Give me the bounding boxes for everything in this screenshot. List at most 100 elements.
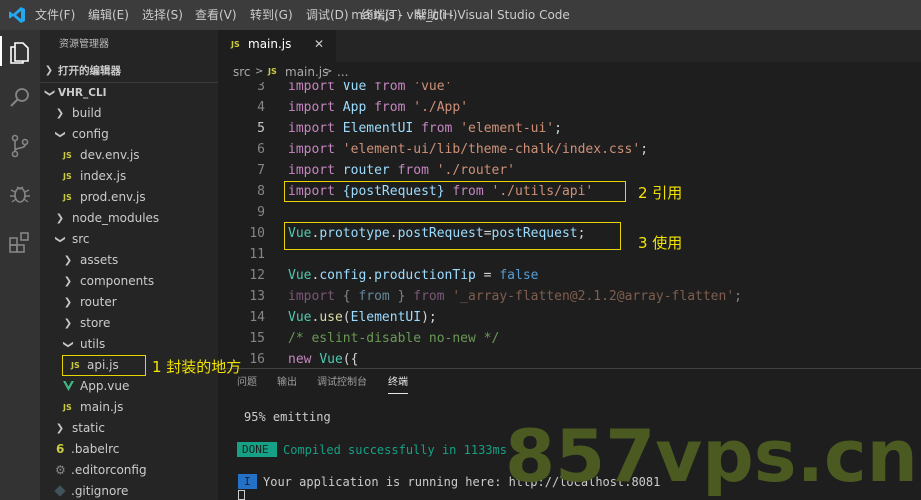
gear-icon: ⚙	[55, 463, 66, 477]
usage-highlight-box	[284, 222, 621, 250]
tree-folder-router[interactable]: ❯ router	[40, 292, 218, 313]
open-editors-section[interactable]: ❯ 打开的编辑器	[40, 61, 218, 81]
tab-main-js[interactable]: JS main.js ✕	[218, 30, 336, 62]
tree-folder-static[interactable]: ❯ static	[40, 418, 218, 439]
code-editor[interactable]: 3 4 5 6 7 8 9 10 11 12 13 14 15 16 impor…	[218, 82, 921, 366]
tree-label: store	[80, 316, 111, 330]
tree-file-prod-env[interactable]: JS prod.env.js	[40, 187, 218, 208]
tab-output[interactable]: 输出	[277, 370, 297, 396]
window-title: main.js - vhr_cli - Visual Studio Code	[351, 8, 570, 22]
tab-label: main.js	[248, 37, 292, 51]
breadcrumb-separator: >	[255, 66, 264, 77]
chevron-down-icon: ❯	[54, 235, 66, 244]
tree-folder-store[interactable]: ❯ store	[40, 313, 218, 334]
breadcrumb-folder[interactable]: src	[233, 62, 251, 82]
tree-folder-src[interactable]: ❯ src	[40, 229, 218, 250]
line-number: 12	[249, 268, 265, 283]
terminal-cursor	[238, 490, 245, 500]
import-highlight-box	[284, 181, 626, 202]
tree-folder-utils[interactable]: ❯ utils	[40, 334, 218, 355]
breadcrumb: src > JS main.js > ...	[218, 62, 921, 82]
extensions-icon[interactable]	[6, 228, 34, 256]
breadcrumb-more[interactable]: ...	[337, 62, 348, 82]
line-number: 11	[249, 247, 265, 262]
tree-label: .gitignore	[71, 484, 129, 498]
explorer-icon[interactable]	[6, 38, 34, 66]
terminal-line: Compiled successfully in 1133ms	[283, 443, 507, 457]
line-number: 13	[249, 289, 265, 304]
watermark: 857vps.cn	[505, 414, 918, 498]
git-file-icon	[54, 485, 66, 497]
tree-label: src	[72, 232, 90, 246]
tree-label: static	[72, 421, 105, 435]
tree-label: index.js	[80, 169, 127, 183]
open-editors-label: 打开的编辑器	[58, 65, 121, 77]
search-icon[interactable]	[6, 84, 34, 112]
tree-folder-build[interactable]: ❯ build	[40, 103, 218, 124]
tree-file-main[interactable]: JS main.js	[40, 397, 218, 418]
js-file-icon: JS	[63, 151, 72, 160]
tab-debug-console[interactable]: 调试控制台	[317, 370, 367, 396]
tree-label: App.vue	[80, 379, 130, 393]
line-number: 10	[249, 226, 265, 241]
code-line: import 'element-ui/lib/theme-chalk/index…	[288, 142, 649, 157]
tree-label: .editorconfig	[71, 463, 147, 477]
code-line: import App from './App'	[288, 100, 469, 115]
code-line: Vue.config.productionTip = false	[288, 268, 539, 283]
breadcrumb-separator: >	[324, 66, 333, 77]
close-icon[interactable]: ✕	[314, 37, 324, 51]
tree-file-gitignore[interactable]: .gitignore	[40, 481, 218, 500]
line-number: 5	[257, 121, 265, 136]
tree-file-app-vue[interactable]: App.vue	[40, 376, 218, 397]
code-line: import ElementUI from 'element-ui';	[288, 121, 562, 136]
tree-label: dev.env.js	[80, 148, 140, 162]
tree-label: node_modules	[72, 211, 160, 225]
code-line: import Vue from 'vue'	[288, 82, 453, 94]
line-number: 14	[249, 310, 265, 325]
chevron-right-icon: ❯	[55, 423, 65, 434]
tree-folder-node-modules[interactable]: ❯ node_modules	[40, 208, 218, 229]
annotation-usage: 3 使用	[638, 234, 683, 252]
js-file-icon: JS	[268, 67, 277, 76]
chevron-down-icon: ❯	[62, 340, 74, 349]
line-number: 8	[257, 184, 265, 199]
tree-file-index[interactable]: JS index.js	[40, 166, 218, 187]
js-file-icon: JS	[231, 40, 240, 49]
tree-folder-components[interactable]: ❯ components	[40, 271, 218, 292]
tree-file-babelrc[interactable]: 6 .babelrc	[40, 439, 218, 460]
tree-folder-assets[interactable]: ❯ assets	[40, 250, 218, 271]
chevron-right-icon: ❯	[63, 276, 73, 287]
code-line: /* eslint-disable no-new */	[288, 331, 500, 346]
done-badge-text: DONE	[242, 443, 269, 456]
tree-folder-config[interactable]: ❯ config	[40, 124, 218, 145]
info-badge-text: I	[244, 475, 251, 488]
done-badge: DONE	[237, 442, 277, 457]
tab-terminal[interactable]: 终端	[388, 370, 408, 394]
source-control-icon[interactable]	[6, 132, 34, 160]
tree-label: prod.env.js	[80, 190, 146, 204]
chevron-right-icon: ❯	[63, 297, 73, 308]
tree-label: build	[72, 106, 102, 120]
js-file-icon: JS	[63, 193, 72, 202]
js-file-icon: JS	[63, 172, 72, 181]
chevron-right-icon: ❯	[55, 213, 65, 224]
chevron-right-icon: ❯	[63, 255, 73, 266]
code-line: import { from } from '_array-flatten@2.1…	[288, 289, 742, 304]
tree-label: main.js	[80, 400, 124, 414]
tree-file-dev-env[interactable]: JS dev.env.js	[40, 145, 218, 166]
line-number: 15	[249, 331, 265, 346]
project-section[interactable]: ❯ VHR_CLI	[40, 82, 218, 102]
code-line: Vue.use(ElementUI);	[288, 310, 437, 325]
line-number: 7	[257, 163, 265, 178]
chevron-down-icon: ❯	[54, 130, 66, 139]
tree-label: utils	[80, 337, 106, 351]
line-number: 6	[257, 142, 265, 157]
annotation-reference: 2 引用	[638, 184, 683, 202]
line-number: 4	[257, 100, 265, 115]
chevron-down-icon: ❯	[44, 88, 55, 98]
debug-icon[interactable]	[6, 180, 34, 208]
annotation-wrapper: 1 封装的地方	[152, 358, 242, 376]
js-file-icon: JS	[63, 403, 72, 412]
breadcrumb-file[interactable]: main.js	[285, 62, 328, 82]
tree-file-editorconfig[interactable]: ⚙ .editorconfig	[40, 460, 218, 481]
